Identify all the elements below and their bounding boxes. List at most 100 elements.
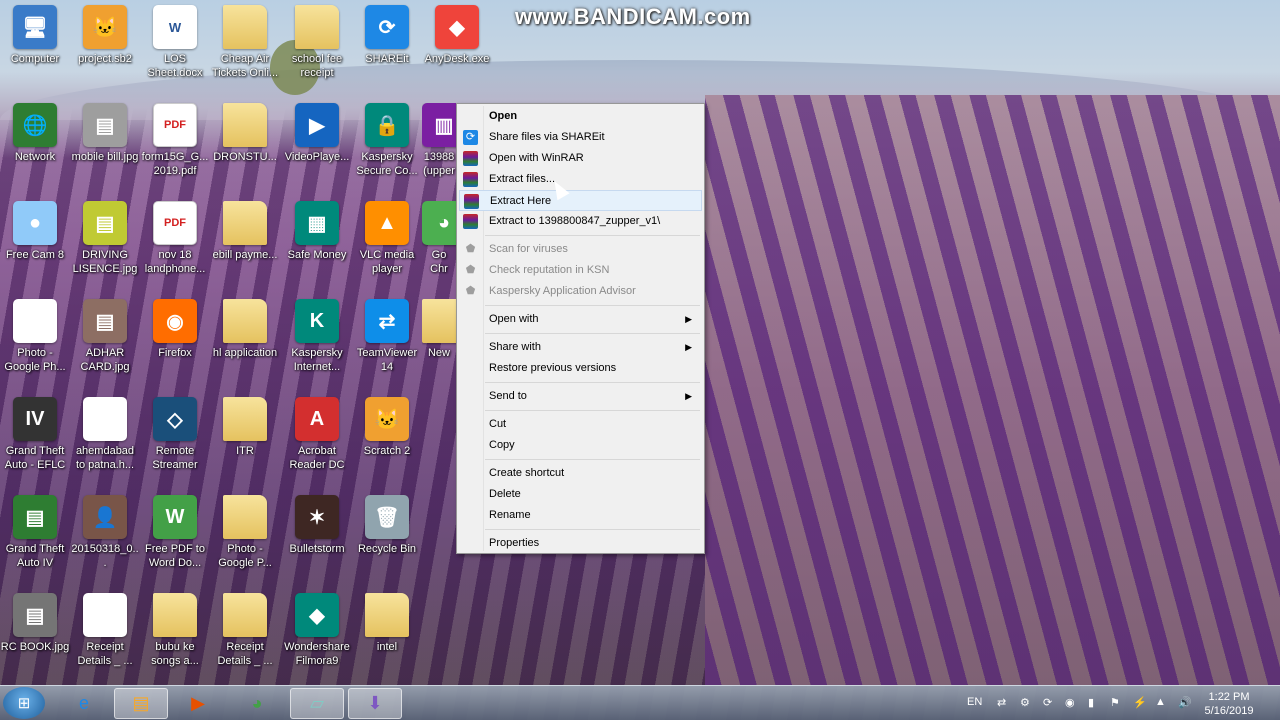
tray-power-icon[interactable]: ⚡ <box>1133 696 1147 709</box>
desktop-icon[interactable]: bubu ke songs a... <box>140 593 210 668</box>
menu-item-kaspersky-application-advisor: ⬟ Kaspersky Application Advisor <box>459 281 702 302</box>
taskbar-media-player-button[interactable]: ▶ <box>171 688 225 719</box>
desktop-icon[interactable]: Receipt Details _ ... <box>210 593 280 668</box>
tray-network-icon[interactable]: ⇄ <box>997 696 1006 709</box>
desktop-icon-label: Acrobat Reader DC <box>289 445 345 471</box>
desktop-icon[interactable]: 🗑 Recycle Bin <box>352 495 422 556</box>
desktop-icon[interactable]: PDF nov 18 landphone... <box>140 201 210 276</box>
desktop-icon-label: Free PDF to Word Do... <box>145 543 205 569</box>
video-player-icon: ▶ <box>295 103 339 147</box>
desktop-icon[interactable]: ✶ Bulletstorm <box>282 495 352 556</box>
desktop-icon-label: TeamViewer 14 <box>356 347 418 373</box>
menu-item-create-shortcut[interactable]: Create shortcut <box>459 463 702 484</box>
desktop-icon[interactable]: ITR <box>210 397 280 458</box>
menu-item-share-with[interactable]: Share with ▶ <box>459 337 702 358</box>
desktop-icon-label: Receipt Details _ ... <box>77 641 133 667</box>
desktop-icon[interactable]: ▤ RC BOOK.jpg <box>0 593 70 654</box>
desktop-icon[interactable]: school fee receipt <box>282 5 352 80</box>
menu-item-copy[interactable]: Copy <box>459 435 702 456</box>
desktop-icon-label: ahemdabad to patna.h... <box>75 445 135 471</box>
taskbar-chrome-button[interactable]: ◕ <box>230 688 284 719</box>
taskbar-app-window-button[interactable]: ▱ <box>290 688 344 719</box>
desktop-icon[interactable]: ▤ DRIVING LISENCE.jpg <box>70 201 140 276</box>
menu-item-cut[interactable]: Cut <box>459 414 702 435</box>
desktop-icon[interactable]: ▤ mobile bill.jpg <box>70 103 140 164</box>
tray-update-icon[interactable]: ⟳ <box>1043 696 1052 709</box>
pdf-icon: PDF <box>153 201 197 245</box>
desktop-icon[interactable]: K Kaspersky Internet... <box>282 299 352 374</box>
pdf-to-word-icon: W <box>153 495 197 539</box>
start-button[interactable]: ⊞ <box>3 687 45 719</box>
desktop-icon[interactable]: ● Free Cam 8 <box>0 201 70 262</box>
desktop-icon[interactable]: ◆ AnyDesk.exe <box>422 5 492 66</box>
desktop-icon[interactable]: 🌐 Network <box>0 103 70 164</box>
menu-item-share-files-via-shareit[interactable]: ⟳ Share files via SHAREit <box>459 127 702 148</box>
desktop-icon[interactable]: ⇄ TeamViewer 14 <box>352 299 422 374</box>
menu-item-send-to[interactable]: Send to ▶ <box>459 386 702 407</box>
language-indicator[interactable]: EN <box>967 696 982 708</box>
desktop-icon[interactable]: ▥ 13988(upper <box>422 103 456 178</box>
taskbar-file-explorer-button[interactable]: ▤ <box>114 688 168 719</box>
desktop-icon[interactable]: ▤ ADHAR CARD.jpg <box>70 299 140 374</box>
tray-volume-icon[interactable]: 🔊 <box>1178 696 1192 709</box>
menu-item-extract-to-1398800847-zupper-v1[interactable]: Extract to 1398800847_zupper_v1\ <box>459 211 702 232</box>
winrar-icon <box>463 172 478 187</box>
menu-item-extract-here[interactable]: Extract Here <box>459 190 702 211</box>
desktop-icon[interactable]: A Acrobat Reader DC <box>282 397 352 472</box>
tray-kaspersky-icon[interactable]: ⚙ <box>1020 696 1030 709</box>
desktop-icon[interactable]: hl application <box>210 299 280 360</box>
tray-flag-icon[interactable]: ⚑ <box>1110 696 1120 709</box>
desktop-icon[interactable]: W LOS Sheet.docx <box>140 5 210 80</box>
menu-item-open[interactable]: Open <box>459 106 702 127</box>
desktop-icon[interactable]: intel <box>352 593 422 654</box>
desktop-icon[interactable]: W Free PDF to Word Do... <box>140 495 210 570</box>
tray-record-icon[interactable]: ◉ <box>1065 696 1075 709</box>
desktop-icon-label: AnyDesk.exe <box>424 53 490 65</box>
desktop-icon[interactable]: ahemdabad to patna.h... <box>70 397 140 472</box>
desktop-icon[interactable]: 👤 20150318_0... <box>70 495 140 570</box>
desktop-icon[interactable]: Photo - Google P... <box>210 495 280 570</box>
desktop-icon[interactable]: Receipt Details _ ... <box>70 593 140 668</box>
desktop-icon[interactable]: ▦ Safe Money <box>282 201 352 262</box>
desktop-icon[interactable]: ▲ VLC media player <box>352 201 422 276</box>
desktop-icon[interactable]: ▤ Grand Theft Auto IV <box>0 495 70 570</box>
tray-action-icon[interactable]: ▲ <box>1155 696 1166 708</box>
taskbar-clock[interactable]: 1:22 PM 5/16/2019 <box>1198 690 1260 718</box>
submenu-arrow-icon: ▶ <box>685 391 692 401</box>
desktop-icon[interactable]: 🖥 Computer <box>0 5 70 66</box>
menu-item-check-reputation-in-ksn: ⬟ Check reputation in KSN <box>459 260 702 281</box>
background-lavender-field <box>705 95 1280 685</box>
tray-usb-icon[interactable]: ▮ <box>1088 696 1094 709</box>
desktop-icon[interactable]: Cheap Air Tickets Onli... <box>210 5 280 80</box>
desktop-icon[interactable]: DRONSTU... <box>210 103 280 164</box>
menu-item-delete[interactable]: Delete <box>459 484 702 505</box>
menu-item-properties[interactable]: Properties <box>459 533 702 554</box>
vlc-icon: ▲ <box>365 201 409 245</box>
menu-item-open-with-winrar[interactable]: Open with WinRAR <box>459 148 702 169</box>
desktop-icon[interactable]: ◆ Wondershare Filmora9 <box>282 593 352 668</box>
menu-item-label: Extract Here <box>490 195 552 207</box>
desktop-icon[interactable]: ⟳ SHAREit <box>352 5 422 66</box>
desktop-icon[interactable]: Photo - Google Ph... <box>0 299 70 374</box>
menu-item-extract-files[interactable]: Extract files... <box>459 169 702 190</box>
desktop-icon[interactable]: IV Grand Theft Auto - EFLC <box>0 397 70 472</box>
menu-item-rename[interactable]: Rename <box>459 505 702 526</box>
desktop-icon[interactable]: 🐱 project.sb2 <box>70 5 140 66</box>
desktop-icon[interactable]: ◉ Firefox <box>140 299 210 360</box>
desktop-icon[interactable]: ◕ Go Chr <box>422 201 456 276</box>
menu-item-restore-previous-versions[interactable]: Restore previous versions <box>459 358 702 379</box>
desktop-icon[interactable]: ebill payme... <box>210 201 280 262</box>
menu-item-open-with[interactable]: Open with ▶ <box>459 309 702 330</box>
acrobat-icon: A <box>295 397 339 441</box>
desktop-icon[interactable]: 🔒 Kaspersky Secure Co... <box>352 103 422 178</box>
desktop-icon[interactable]: ▶ VideoPlaye... <box>282 103 352 164</box>
menu-separator <box>485 410 700 411</box>
clock-date: 5/16/2019 <box>1204 705 1254 717</box>
taskbar-installer-button[interactable]: ⬇ <box>348 688 402 719</box>
context-menu: Open ⟳ Share files via SHAREit Open with Wi… <box>456 103 705 554</box>
desktop-icon[interactable]: PDF form15G_G... 2019.pdf <box>140 103 210 178</box>
desktop-icon[interactable]: ◇ Remote Streamer <box>140 397 210 472</box>
taskbar-internet-explorer-button[interactable]: e <box>57 688 111 719</box>
desktop-icon[interactable]: New <box>422 299 456 360</box>
desktop-icon[interactable]: 🐱 Scratch 2 <box>352 397 422 458</box>
